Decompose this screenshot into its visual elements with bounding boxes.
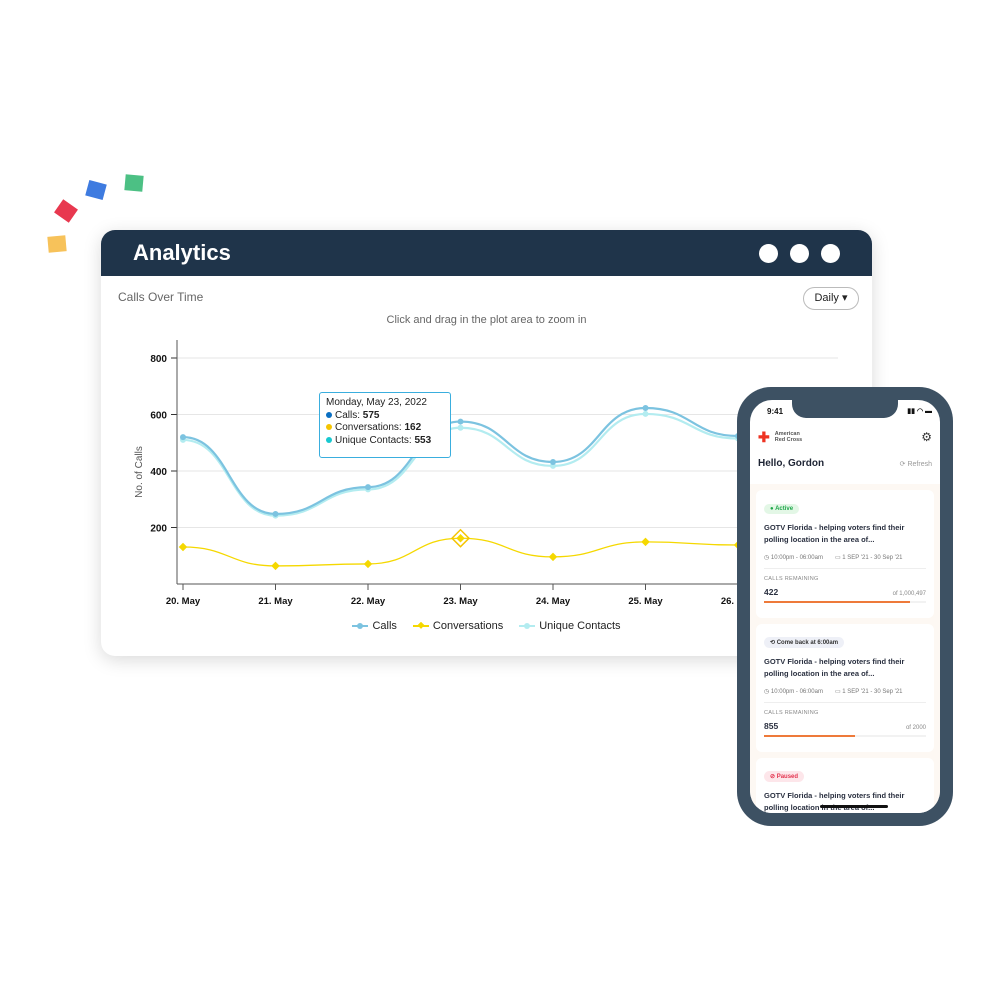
status-time: 9:41 xyxy=(767,407,784,416)
calls-total: of 2000 xyxy=(905,725,926,731)
tooltip-label: Unique Contacts: xyxy=(335,434,412,446)
calendar-icon: ▭ 1 SEP '21 - 30 Sep '21 xyxy=(834,555,903,561)
status-badge: ⟲ Come back at 6:00am xyxy=(764,637,845,648)
calls-total: of 1,000,497 xyxy=(892,591,926,597)
y-tick-label: 400 xyxy=(150,467,167,478)
campaign-card[interactable]: ⟲ Come back at 6:00am GOTV Florida - help… xyxy=(756,624,934,752)
phone-mockup: 9:41 ▮▮ ◠ ▬ ✚ American Red Cross ⚙ Hello, … xyxy=(737,387,953,826)
y-tick-label: 600 xyxy=(150,411,167,422)
data-point xyxy=(365,484,371,491)
calls-remaining: 422 xyxy=(764,587,779,597)
data-point xyxy=(272,510,279,517)
y-tick-label: 800 xyxy=(150,354,167,365)
y-tick-label: 200 xyxy=(150,524,167,535)
x-tick-label: 21. May xyxy=(258,596,293,607)
campaign-card[interactable]: ● Active GOTV Florida - helping voters fi… xyxy=(756,490,934,618)
progress-bar xyxy=(764,601,926,603)
data-point xyxy=(457,418,464,425)
y-axis-label: No. of Calls xyxy=(134,446,145,498)
data-point xyxy=(457,424,464,431)
x-tick-label: 22. May xyxy=(351,596,386,607)
phone-screen: 9:41 ▮▮ ◠ ▬ ✚ American Red Cross ⚙ Hello, … xyxy=(750,400,940,813)
gear-icon[interactable]: ⚙ xyxy=(921,430,932,444)
data-point xyxy=(642,405,649,412)
refresh-button[interactable]: ⟳ Refresh xyxy=(900,460,932,468)
calls-remaining-label: CALLS REMAINING xyxy=(764,710,819,716)
x-tick-label: 25. May xyxy=(628,596,663,607)
tooltip-date: Monday, May 23, 2022 xyxy=(326,397,427,408)
confetti-blue xyxy=(85,179,107,201)
campaign-title: GOTV Florida - helping voters find their… xyxy=(764,657,905,678)
confetti-yellow xyxy=(47,235,67,253)
tooltip-value: 162 xyxy=(404,422,422,433)
data-point xyxy=(548,552,558,562)
data-point xyxy=(642,410,649,417)
legend-item[interactable]: Unique Contacts xyxy=(519,620,621,632)
clock-icon: ◷ 10:00pm - 06:00am xyxy=(764,689,823,695)
tooltip-label: Calls: xyxy=(335,409,361,421)
campaign-list: ● Active GOTV Florida - helping voters fi… xyxy=(750,484,940,813)
data-point xyxy=(456,533,465,543)
x-tick-label: 23. May xyxy=(443,596,478,607)
calls-remaining-label: CALLS REMAINING xyxy=(764,576,819,582)
data-point xyxy=(641,537,650,547)
campaign-title: GOTV Florida - helping voters find their… xyxy=(764,523,905,544)
calls-remaining: 855 xyxy=(764,721,779,731)
tooltip-value: 575 xyxy=(362,409,380,421)
data-point xyxy=(178,542,188,552)
data-point xyxy=(550,458,556,465)
tooltip-label: Conversations: xyxy=(335,422,402,433)
data-point xyxy=(271,561,280,571)
home-indicator[interactable] xyxy=(820,805,888,808)
legend-item[interactable]: Conversations xyxy=(412,620,503,632)
clock-icon: ◷ 10:00pm - 06:00am xyxy=(764,555,823,561)
confetti-red xyxy=(54,199,78,223)
tooltip-value: 553 xyxy=(414,434,432,446)
data-point xyxy=(363,559,373,569)
chart-tooltip: Monday, May 23, 2022 Calls: 575 Conversa… xyxy=(319,392,451,458)
status-badge: ● Active xyxy=(764,504,800,514)
progress-bar xyxy=(764,735,926,737)
calendar-icon: ▭ 1 SEP '21 - 30 Sep '21 xyxy=(834,689,903,695)
legend-item[interactable]: Calls xyxy=(352,620,397,632)
greeting: Hello, Gordon xyxy=(758,458,825,469)
x-tick-label: 20. May xyxy=(166,596,201,607)
data-point xyxy=(180,434,186,441)
confetti-green xyxy=(124,174,144,192)
red-cross-logo: ✚ American Red Cross xyxy=(758,429,803,445)
status-badge: ⊘ Paused xyxy=(764,771,805,782)
status-icons: ▮▮ ◠ ▬ xyxy=(907,408,932,415)
x-tick-label: 24. May xyxy=(536,596,571,607)
campaign-title: GOTV Florida - helping voters find their… xyxy=(764,791,905,812)
